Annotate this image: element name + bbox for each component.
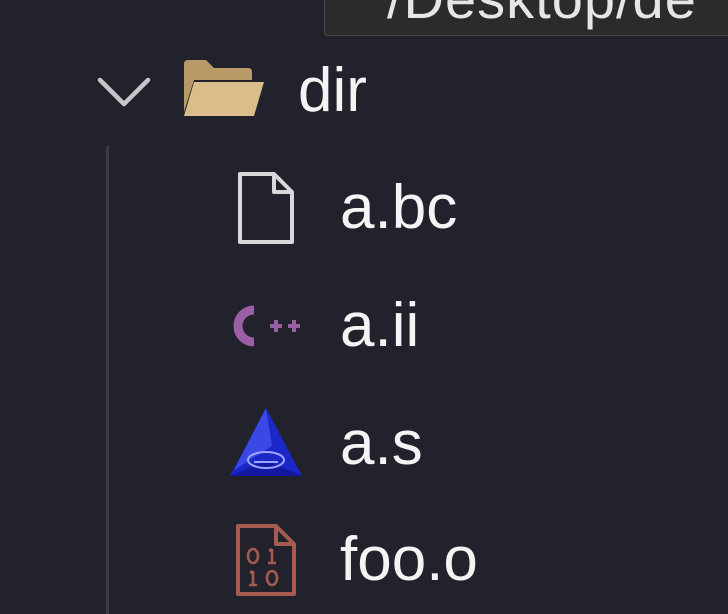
file-name: a.s — [340, 409, 423, 478]
file-icon — [238, 172, 294, 244]
file-name: foo.o — [340, 525, 478, 594]
tree-item-a-s[interactable]: a.s — [0, 384, 728, 500]
folder-open-icon — [184, 60, 264, 116]
file-explorer-tree: dir a.bc a.ii a.s foo.o — [0, 0, 728, 614]
cpp-icon — [233, 305, 300, 347]
chevron-down-icon[interactable] — [94, 62, 154, 122]
folder-name: dir — [298, 56, 367, 125]
binary-file-icon — [236, 524, 296, 596]
tree-item-a-bc[interactable]: a.bc — [0, 148, 728, 264]
tree-item-foo-o[interactable]: foo.o — [0, 500, 728, 614]
assembly-icon — [230, 408, 302, 476]
tree-item-a-ii[interactable]: a.ii — [0, 266, 728, 382]
tree-item-dir[interactable]: dir — [0, 32, 728, 148]
file-name: a.ii — [340, 291, 420, 360]
file-name: a.bc — [340, 173, 458, 242]
